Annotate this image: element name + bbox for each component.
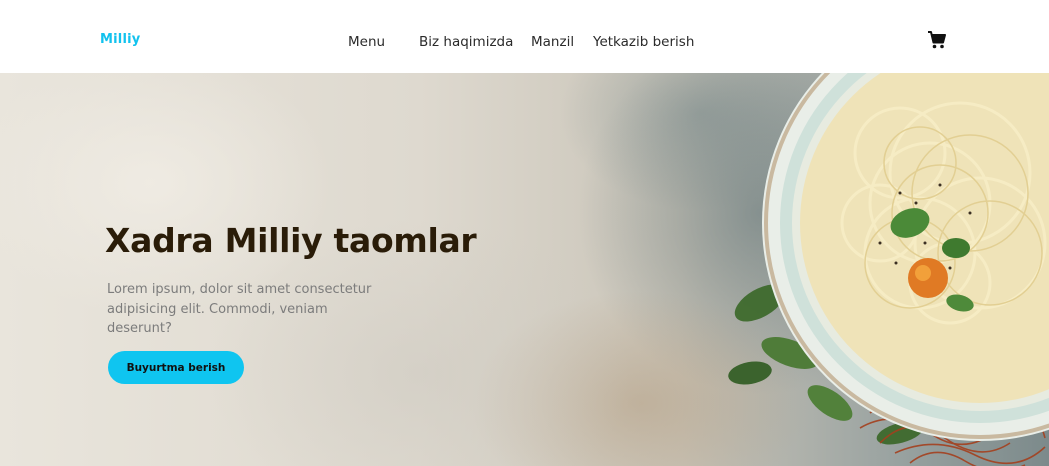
order-button[interactable]: Buyurtma berish (108, 351, 244, 384)
hero-title: Xadra Milliy taomlar (105, 221, 477, 260)
nav-about[interactable]: Biz haqimizda (419, 34, 513, 50)
nav-menu[interactable]: Menu (348, 34, 385, 50)
nav-address[interactable]: Manzil (531, 34, 574, 50)
site-header: Milliy Menu Biz haqimizda Manzil Yetkazi… (0, 0, 1049, 73)
hero-section: Xadra Milliy taomlar Lorem ipsum, dolor … (0, 73, 1049, 466)
shopping-cart-icon[interactable] (927, 30, 947, 50)
nav-delivery[interactable]: Yetkazib berish (593, 34, 694, 50)
noodle-soup-bowl-image (728, 73, 1049, 466)
logo[interactable]: Milliy (100, 32, 140, 47)
hero-description: Lorem ipsum, dolor sit amet consectetur … (107, 282, 372, 336)
